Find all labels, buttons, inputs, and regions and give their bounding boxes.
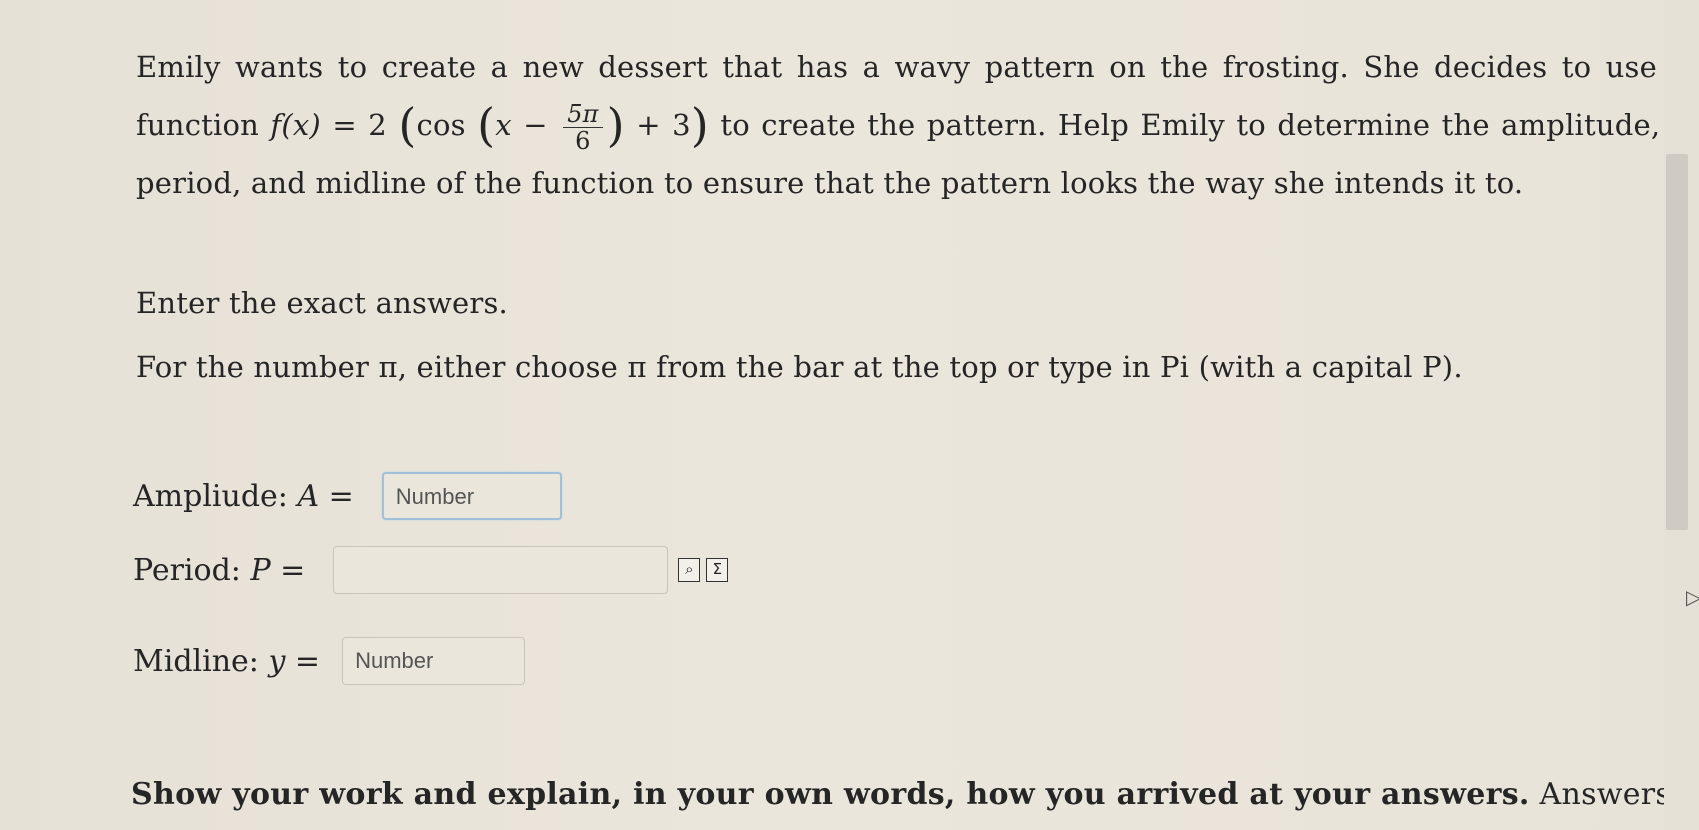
midline-row: Midline: y = Number bbox=[133, 637, 526, 685]
period-row: Period: P = ⌕ Σ bbox=[133, 546, 729, 594]
work-instructions: Show your work and explain, in your own … bbox=[131, 777, 1699, 812]
instruction-pi: For the number π, either choose π from t… bbox=[136, 350, 1463, 384]
instruction-exact: Enter the exact answers. bbox=[136, 286, 508, 320]
period-input[interactable] bbox=[333, 546, 669, 594]
amplitude-input[interactable]: Number bbox=[381, 472, 562, 520]
preview-icon[interactable]: ⌕ bbox=[678, 558, 701, 582]
midline-input[interactable]: Number bbox=[342, 637, 526, 685]
cursor-icon: ▷ bbox=[1686, 585, 1699, 609]
fraction-5pi-over-6: 5π 6 bbox=[563, 101, 603, 154]
amplitude-row: Ampliude: A = Number bbox=[133, 472, 562, 520]
question-line-2: function f(x) = 2 (cos (x − 5π 6 ) + 3) … bbox=[136, 98, 1661, 155]
sigma-icon[interactable]: Σ bbox=[706, 558, 729, 582]
question-line-1: Emily wants to create a new dessert that… bbox=[136, 50, 1699, 84]
question-page: Emily wants to create a new dessert that… bbox=[0, 0, 1699, 830]
question-text: Emily wants to create a new dessert that… bbox=[136, 38, 1699, 212]
function-formula: f(x) = 2 (cos (x − 5π 6 ) + 3) bbox=[270, 98, 709, 155]
midline-label: Midline: y = bbox=[133, 643, 321, 679]
scrollbar-thumb[interactable] bbox=[1666, 154, 1688, 530]
period-label: Period: P = bbox=[133, 552, 306, 588]
question-line-3: period, and midline of the function to e… bbox=[136, 166, 1524, 200]
amplitude-label: Ampliude: A = bbox=[133, 478, 354, 514]
